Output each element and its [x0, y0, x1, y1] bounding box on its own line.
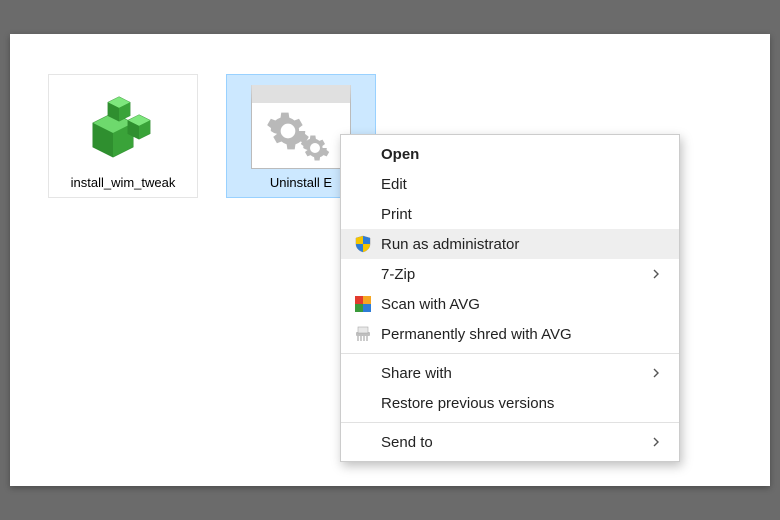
menu-label: Permanently shred with AVG [375, 326, 665, 343]
avg-icon [351, 296, 375, 312]
chevron-right-icon [651, 267, 665, 282]
menu-item-restore-previous-versions[interactable]: Restore previous versions [341, 388, 679, 418]
menu-item-shred-avg[interactable]: Permanently shred with AVG [341, 319, 679, 349]
menu-item-edit[interactable]: Edit [341, 169, 679, 199]
menu-label: Restore previous versions [375, 395, 665, 412]
folder-view[interactable]: install_wim_tweak Uninstall E Open [10, 34, 770, 486]
menu-label: Send to [375, 434, 651, 451]
menu-label: Share with [375, 365, 651, 382]
context-menu: Open Edit Print [340, 134, 680, 462]
menu-item-print[interactable]: Print [341, 199, 679, 229]
menu-label: Scan with AVG [375, 296, 665, 313]
menu-label: 7-Zip [375, 266, 651, 283]
menu-item-scan-avg[interactable]: Scan with AVG [341, 289, 679, 319]
registry-icon [73, 85, 173, 169]
shredder-icon [351, 326, 375, 342]
menu-separator [341, 422, 679, 423]
menu-label: Edit [375, 176, 665, 193]
batch-file-icon [251, 85, 351, 169]
uac-shield-icon [351, 235, 375, 253]
menu-label: Run as administrator [375, 236, 665, 253]
explorer-window: install_wim_tweak Uninstall E Open [10, 34, 770, 486]
menu-label: Print [375, 206, 665, 223]
menu-item-7zip[interactable]: 7-Zip [341, 259, 679, 289]
chevron-right-icon [651, 366, 665, 381]
menu-item-run-as-administrator[interactable]: Run as administrator [341, 229, 679, 259]
menu-label: Open [375, 146, 665, 163]
menu-item-open[interactable]: Open [341, 139, 679, 169]
menu-item-share-with[interactable]: Share with [341, 358, 679, 388]
chevron-right-icon [651, 435, 665, 450]
file-label: install_wim_tweak [51, 175, 195, 191]
menu-item-send-to[interactable]: Send to [341, 427, 679, 457]
file-item-install-wim-tweak[interactable]: install_wim_tweak [48, 74, 198, 198]
menu-separator [341, 353, 679, 354]
